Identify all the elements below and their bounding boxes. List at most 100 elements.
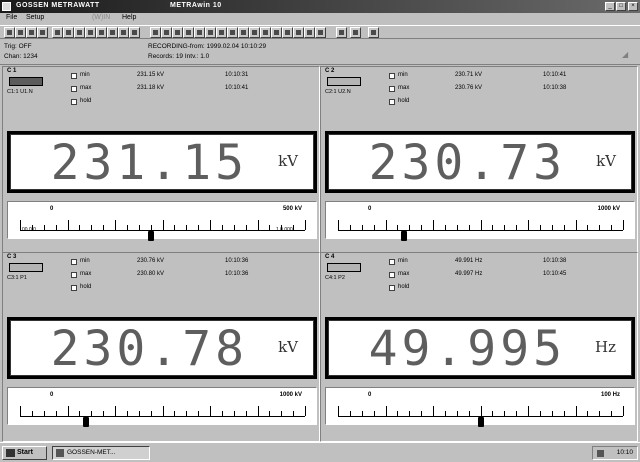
bargraph-tick <box>233 411 235 416</box>
bargraph-tick <box>221 225 223 230</box>
toolbar-tool-icon <box>241 30 246 35</box>
toolbar-button-17[interactable] <box>194 27 205 38</box>
toolbar-button-29[interactable] <box>336 27 347 38</box>
menu-file[interactable]: File <box>6 14 17 21</box>
min-checkbox[interactable] <box>71 73 77 79</box>
scale-max: 1000 kV <box>597 206 620 212</box>
toolbar-button-19[interactable] <box>216 27 227 38</box>
toolbar-button-31[interactable] <box>368 27 379 38</box>
title-bar[interactable]: GOSSEN METRAWATT METRAwin 10 _ □ × <box>0 0 640 13</box>
bargraph-tick <box>528 406 529 416</box>
bargraph-tick <box>79 411 81 416</box>
toolbar-button-12[interactable] <box>129 27 140 38</box>
toolbar-tool-icon <box>164 30 169 35</box>
channel-panel-1: C 1 C1:1 U1.N min 231.15 kV 10:10:31 max… <box>2 66 320 256</box>
min-checkbox[interactable] <box>389 73 395 79</box>
toolbar-button-6[interactable] <box>63 27 74 38</box>
toolbar-button-26[interactable] <box>293 27 304 38</box>
bargraph-tick <box>269 411 271 416</box>
toolbar-button-16[interactable] <box>183 27 194 38</box>
reading-value: 230.78 <box>50 321 248 377</box>
bargraph-tick <box>210 406 211 416</box>
close-button[interactable]: × <box>628 2 638 11</box>
bargraph-tick <box>305 406 306 416</box>
channel-badge[interactable] <box>327 263 361 272</box>
channel-badge[interactable] <box>9 77 43 86</box>
scale-max: 500 kV <box>282 206 302 212</box>
bargraph-tick <box>599 411 601 416</box>
taskbar-app-button[interactable]: GOSSEN-MET... <box>52 446 150 460</box>
toolbar-button-10[interactable] <box>107 27 118 38</box>
toolbar-button-5[interactable] <box>52 27 63 38</box>
speaker-icon[interactable] <box>597 450 604 457</box>
bargraph-tick <box>444 225 446 230</box>
bargraph-tick <box>210 220 211 230</box>
channel-badge[interactable] <box>327 77 361 86</box>
toolbar-button-1[interactable] <box>4 27 15 38</box>
toolbar-button-24[interactable] <box>271 27 282 38</box>
toolbar-button-15[interactable] <box>172 27 183 38</box>
hold-label: hold <box>398 98 410 104</box>
channel-source: C2:1 U2.N <box>325 89 351 95</box>
toolbar-button-14[interactable] <box>161 27 172 38</box>
toolbar-tool-icon <box>77 30 82 35</box>
scale-min: 0 <box>50 392 54 398</box>
menu-setup[interactable]: Setup <box>26 14 44 21</box>
bargraph-tick <box>186 225 188 230</box>
channel-badge[interactable] <box>9 263 43 272</box>
bargraph-axis <box>20 230 305 231</box>
max-checkbox[interactable] <box>389 272 395 278</box>
menu-win[interactable]: (W)IN <box>92 14 110 21</box>
channel-name: C 4 <box>325 254 335 260</box>
hold-checkbox[interactable] <box>71 285 77 291</box>
max-checkbox[interactable] <box>71 86 77 92</box>
menu-help[interactable]: Help <box>122 14 136 21</box>
hold-checkbox[interactable] <box>71 99 77 105</box>
app-icon[interactable] <box>2 2 11 11</box>
toolbar-tool-icon <box>296 30 301 35</box>
taskbar: Start GOSSEN-MET... 10:10 <box>0 442 640 462</box>
bargraph-tick <box>281 225 283 230</box>
hold-checkbox[interactable] <box>389 285 395 291</box>
toolbar-button-4[interactable] <box>37 27 48 38</box>
start-button[interactable]: Start <box>2 446 47 460</box>
channel-panel-4: C 4 C4:1 P2 min 49.991 Hz 10:10:38 max 4… <box>320 252 638 442</box>
toolbar-button-30[interactable] <box>350 27 361 38</box>
bargraph-tick <box>623 220 624 230</box>
max-checkbox[interactable] <box>389 86 395 92</box>
toolbar-button-9[interactable] <box>96 27 107 38</box>
toolbar-button-20[interactable] <box>227 27 238 38</box>
toolbar-button-13[interactable] <box>150 27 161 38</box>
bargraph-tick <box>91 225 93 230</box>
bargraph-tick <box>504 411 506 416</box>
start-label: Start <box>17 449 33 456</box>
toolbar-button-3[interactable] <box>26 27 37 38</box>
min-value: 230.71 kV <box>455 72 483 78</box>
min-checkbox[interactable] <box>389 259 395 265</box>
toolbar-button-25[interactable] <box>282 27 293 38</box>
channel-panel-3: C 3 C3:1 P1 min 230.76 kV 10:10:36 max 2… <box>2 252 320 442</box>
max-value: 49.997 Hz <box>455 271 483 277</box>
hold-checkbox[interactable] <box>389 99 395 105</box>
toolbar-button-22[interactable] <box>249 27 260 38</box>
toolbar-tool-icon <box>186 30 191 35</box>
toolbar-button-7[interactable] <box>74 27 85 38</box>
toolbar-button-23[interactable] <box>260 27 271 38</box>
toolbar-button-18[interactable] <box>205 27 216 38</box>
reading-value: 230.73 <box>368 135 566 191</box>
minimize-button[interactable]: _ <box>605 2 615 11</box>
max-time: 10:10:41 <box>225 85 249 91</box>
toolbar-button-28[interactable] <box>315 27 326 38</box>
max-checkbox[interactable] <box>71 272 77 278</box>
toolbar-button-11[interactable] <box>118 27 129 38</box>
toolbar-button-21[interactable] <box>238 27 249 38</box>
toolbar-button-2[interactable] <box>15 27 26 38</box>
toolbar-button-27[interactable] <box>304 27 315 38</box>
toolbar-button-8[interactable] <box>85 27 96 38</box>
bargraph-axis <box>338 230 623 231</box>
bargraph: 0 1000 kV <box>325 201 635 241</box>
toolbar-tool-icon <box>371 30 376 35</box>
bargraph-tick <box>245 411 247 416</box>
min-checkbox[interactable] <box>71 259 77 265</box>
maximize-button[interactable]: □ <box>616 2 626 11</box>
